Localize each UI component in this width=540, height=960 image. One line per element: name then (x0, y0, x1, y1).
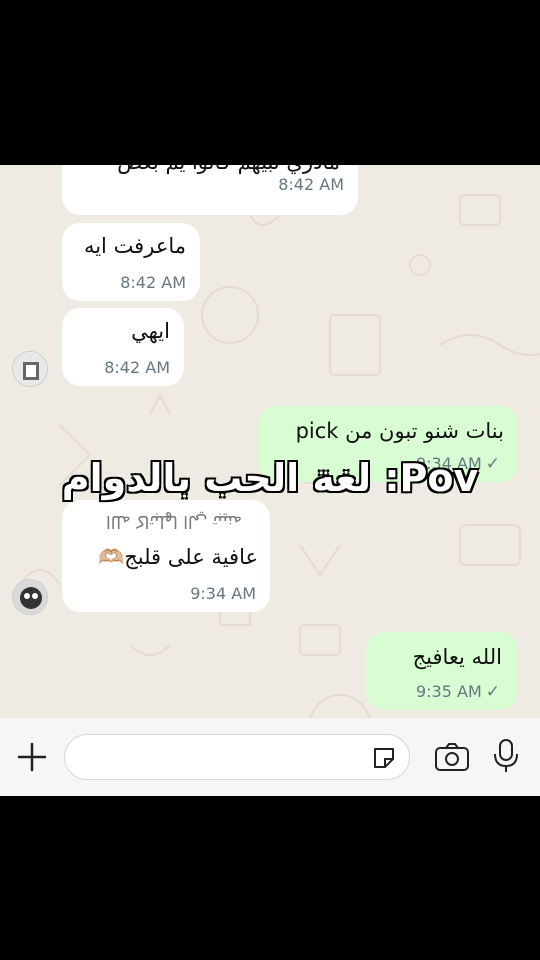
message-time: 8:42 AM (120, 273, 186, 292)
message-composer (0, 718, 540, 796)
sent-check-icon: ✓ (485, 682, 500, 702)
microphone-icon[interactable] (492, 738, 520, 778)
video-caption-overlay: Pov: لغة الحب بالدوام (61, 455, 480, 501)
message-time: 8:42 AM (104, 358, 170, 377)
message-time-value: 9:35 AM (415, 682, 482, 701)
message-quoted-text: الله كاتبلها الي تبينه (106, 511, 242, 531)
message-text: بنات شنو تبون من pick (295, 419, 504, 443)
camera-icon[interactable] (434, 742, 470, 776)
message-text: الله يعافيج (412, 645, 502, 669)
sender-avatar[interactable] (12, 579, 48, 615)
message-bubble-incoming[interactable]: ماعرفت ايه 8:42 AM (62, 223, 200, 301)
sender-avatar[interactable] (12, 351, 48, 387)
message-bubble-incoming[interactable]: الله كاتبلها الي تبينه عافية على قلبج🫶🏼 … (62, 500, 270, 612)
message-bubble-incoming[interactable]: ايهي 8:42 AM (62, 308, 184, 386)
message-text: ماعرفت ايه (83, 234, 186, 258)
sticker-icon[interactable] (371, 745, 397, 775)
message-bubble-outgoing[interactable]: الله يعافيج 9:35 AM ✓ (366, 632, 518, 710)
message-time: 8:42 AM (278, 175, 344, 194)
message-text: مادري نبيهم كانوا يم بعض (117, 165, 340, 175)
plus-icon[interactable] (16, 741, 48, 777)
message-time: 9:34 AM (190, 584, 256, 603)
chat-area[interactable]: مادري نبيهم كانوا يم بعض 8:42 AM ماعرفت … (0, 165, 540, 718)
message-time: 9:35 AM ✓ (416, 682, 500, 702)
message-text: عافية على قلبج🫶🏼 (98, 545, 258, 569)
message-text: ايهي (131, 319, 170, 343)
message-bubble-incoming[interactable]: مادري نبيهم كانوا يم بعض 8:42 AM (62, 165, 358, 215)
message-input[interactable] (64, 734, 410, 780)
